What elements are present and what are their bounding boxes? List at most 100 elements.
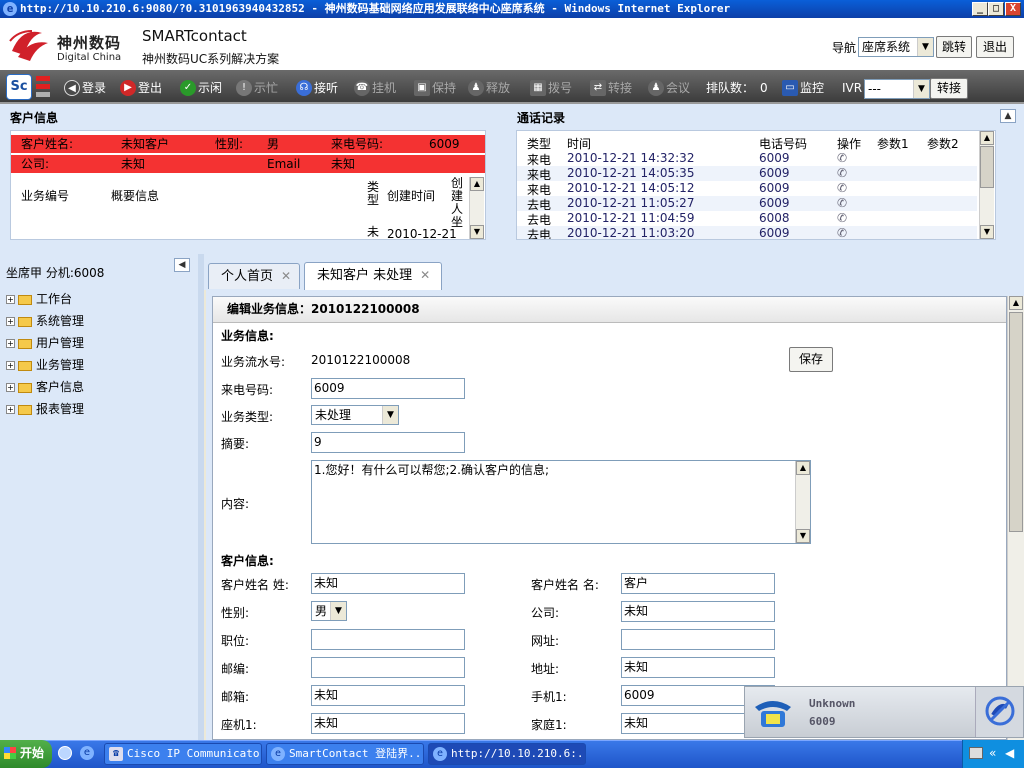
office-phone-input[interactable]: 未知 [311, 713, 465, 734]
tree-item[interactable]: + 系统管理 [6, 312, 84, 329]
ip-phone-popup[interactable]: Unknown 6009 [744, 686, 1024, 738]
scroll-down-icon[interactable]: ▼ [796, 529, 810, 543]
ivr-select[interactable]: --- ▼ [864, 79, 930, 99]
expand-plus-icon[interactable]: + [6, 405, 15, 414]
logout-button[interactable]: ▶ 登出 [120, 78, 162, 98]
tree-item-label: 用户管理 [36, 336, 85, 350]
task-cisco[interactable]: ☎ Cisco IP Communicator [104, 743, 262, 765]
call-back-icon[interactable]: ✆ [837, 226, 847, 239]
start-button[interactable]: 开始 [0, 740, 52, 768]
hold-button[interactable]: ▣ 保持 [414, 78, 456, 98]
position-input[interactable] [311, 629, 465, 650]
summary-input[interactable]: 9 [311, 432, 465, 453]
scroll-down-icon[interactable]: ▼ [470, 225, 484, 239]
ie-quicklaunch-icon[interactable]: e [80, 746, 94, 760]
call-log-scrollbar[interactable]: ▲ ▼ [979, 131, 994, 239]
call-log-row[interactable]: 去电 2010-12-21 11:04:59 6008 ✆ [517, 211, 977, 227]
idle-button[interactable]: ✓ 示闲 [180, 78, 222, 98]
tab-home[interactable]: 个人首页 ✕ [208, 263, 300, 289]
minimize-button[interactable]: _ [972, 2, 988, 16]
customer-name-label: 客户姓名: [21, 137, 74, 151]
task-current-page[interactable]: e http://10.10.210.6:... [428, 743, 586, 765]
call-time: 2010-12-21 14:05:35 [567, 166, 695, 180]
headset-icon: ☊ [296, 79, 312, 96]
tree-item[interactable]: + 用户管理 [6, 334, 84, 351]
expand-tray-icon[interactable]: « [989, 746, 996, 760]
scroll-up-icon[interactable]: ▲ [1009, 296, 1023, 310]
customer-phone-label: 来电号码: [331, 137, 384, 151]
busy-button[interactable]: ! 示忙 [236, 78, 278, 98]
keyboard-icon[interactable] [969, 747, 983, 759]
history-row-time: 2010-12-21 [387, 227, 457, 239]
logout-header-button[interactable]: 退出 [976, 36, 1014, 58]
website-input[interactable] [621, 629, 775, 650]
call-log-row[interactable]: 来电 2010-12-21 14:32:32 6009 ✆ [517, 151, 977, 167]
surname-input[interactable]: 未知 [311, 573, 465, 594]
product-subtitle: 神州数码UC系列解决方案 [142, 52, 280, 66]
scroll-up-icon[interactable]: ▲ [470, 177, 484, 191]
form-scrollbar[interactable]: ▲ [1007, 296, 1024, 740]
tab-unknown-customer[interactable]: 未知客户 未处理 ✕ [304, 262, 442, 290]
caller-input[interactable]: 6009 [311, 378, 465, 399]
dial-button[interactable]: ▦ 拨号 [530, 78, 572, 98]
scroll-thumb[interactable] [1009, 312, 1023, 532]
tree-item[interactable]: + 报表管理 [6, 400, 84, 417]
customer-history-scrollbar[interactable]: ▲ ▼ [469, 177, 484, 239]
expand-plus-icon[interactable]: + [6, 339, 15, 348]
business-type-select[interactable]: 未处理 ▼ [311, 405, 399, 425]
company-input[interactable]: 未知 [621, 601, 775, 622]
mobile-label: 手机1: [531, 690, 567, 704]
close-icon[interactable]: ✕ [420, 268, 430, 282]
tree-item[interactable]: + 工作台 [6, 290, 72, 307]
scroll-up-icon[interactable]: ▲ [980, 131, 994, 145]
type-label: 业务类型: [221, 410, 274, 424]
call-log-row[interactable]: 来电 2010-12-21 14:05:35 6009 ✆ [517, 166, 977, 182]
email-input[interactable]: 未知 [311, 685, 465, 706]
transfer-toolbar-button[interactable]: ⇄ 转接 [590, 78, 632, 98]
call-log-row[interactable]: 来电 2010-12-21 14:05:12 6009 ✆ [517, 181, 977, 197]
address-input[interactable]: 未知 [621, 657, 775, 678]
collapse-left-icon[interactable]: ◀ [174, 258, 190, 272]
call-back-icon[interactable]: ✆ [837, 196, 847, 210]
content-scrollbar[interactable]: ▲ ▼ [795, 461, 810, 543]
zip-input[interactable] [311, 657, 465, 678]
expand-plus-icon[interactable]: + [6, 295, 15, 304]
phone-mute-button[interactable] [975, 687, 1023, 737]
meeting-button[interactable]: ♟ 会议 [648, 78, 690, 98]
save-button[interactable]: 保存 [789, 347, 833, 372]
sidebar-splitter[interactable] [198, 254, 204, 740]
call-log-row[interactable]: 去电 2010-12-21 11:03:20 6009 ✆ [517, 226, 977, 239]
call-back-icon[interactable]: ✆ [837, 211, 847, 225]
tree-item[interactable]: + 业务管理 [6, 356, 84, 373]
address-label: 地址: [531, 662, 560, 676]
monitor-button[interactable]: ▭ 监控 [782, 78, 824, 98]
show-desktop-icon[interactable] [58, 746, 72, 760]
expand-plus-icon[interactable]: + [6, 361, 15, 370]
call-log-row[interactable]: 去电 2010-12-21 11:05:27 6009 ✆ [517, 196, 977, 212]
content-textarea[interactable]: 1.您好！有什么可以帮您;2.确认客户的信息; [311, 460, 811, 544]
speaker-icon[interactable]: ◀ [1005, 746, 1014, 760]
call-back-icon[interactable]: ✆ [837, 181, 847, 195]
close-window-button[interactable]: X [1005, 2, 1021, 16]
collapse-up-icon[interactable]: ▲ [1000, 109, 1016, 123]
scroll-down-icon[interactable]: ▼ [980, 225, 994, 239]
task-smartcontact[interactable]: e SmartContact 登陆界... [266, 743, 424, 765]
expand-plus-icon[interactable]: + [6, 383, 15, 392]
givenname-input[interactable]: 客户 [621, 573, 775, 594]
ivr-transfer-button[interactable]: 转接 [930, 78, 968, 99]
close-icon[interactable]: ✕ [281, 269, 291, 283]
expand-plus-icon[interactable]: + [6, 317, 15, 326]
maximize-button[interactable]: □ [988, 2, 1004, 16]
nav-select[interactable]: 座席系统 ▼ [858, 37, 934, 57]
call-back-icon[interactable]: ✆ [837, 151, 847, 165]
answer-button[interactable]: ☊ 接听 [296, 78, 338, 98]
call-back-icon[interactable]: ✆ [837, 166, 847, 180]
login-button[interactable]: ◀ 登录 [64, 78, 106, 98]
scroll-up-icon[interactable]: ▲ [796, 461, 810, 475]
tree-item[interactable]: + 客户信息 [6, 378, 84, 395]
release-button[interactable]: ♟ 释放 [468, 78, 510, 98]
gender-select[interactable]: 男 ▼ [311, 601, 347, 621]
jump-button[interactable]: 跳转 [936, 36, 972, 58]
scroll-thumb[interactable] [980, 146, 994, 188]
hangup-button[interactable]: ☎ 挂机 [354, 78, 396, 98]
